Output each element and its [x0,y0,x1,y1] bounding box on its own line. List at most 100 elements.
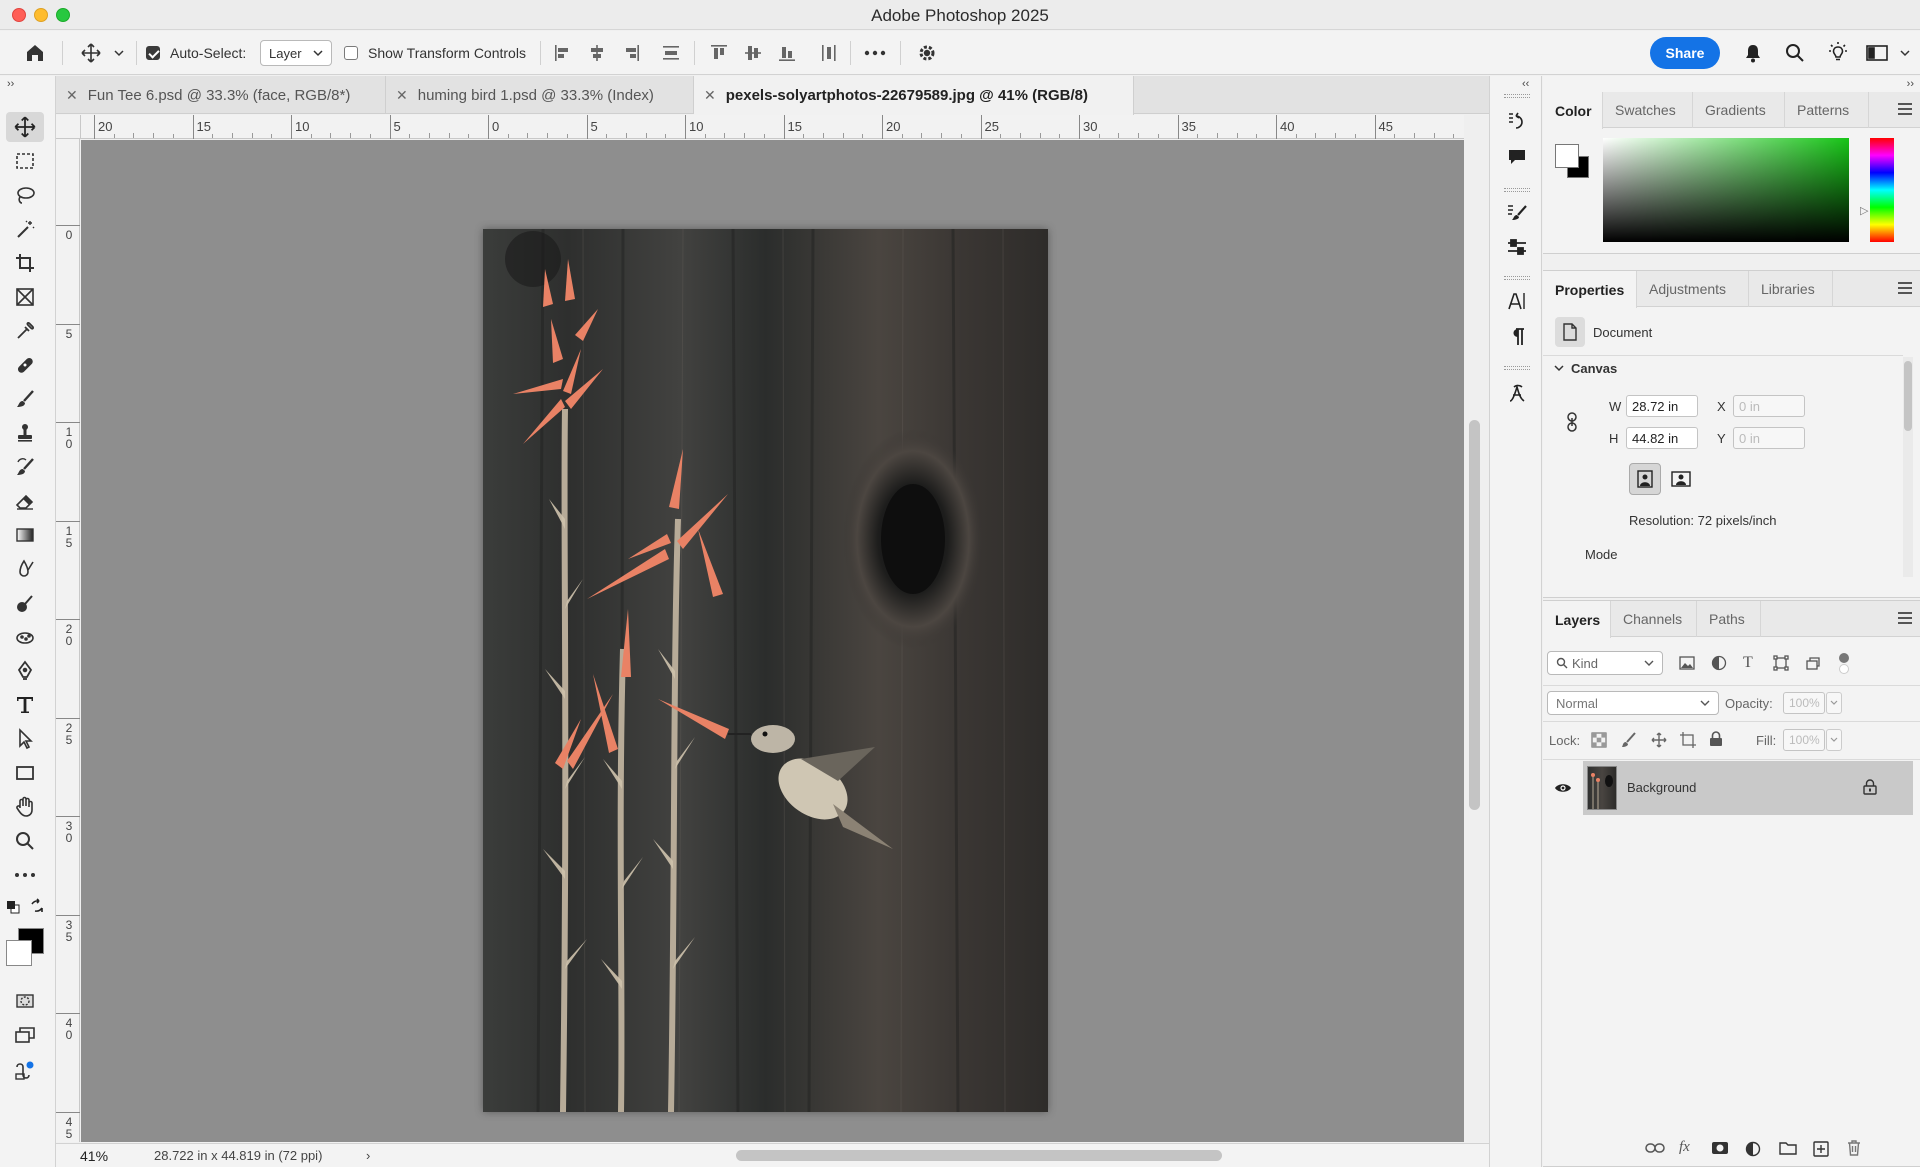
type-tool-icon[interactable] [6,690,44,720]
rectangle-tool-icon[interactable] [6,758,44,788]
glyphs-panel-icon[interactable] [1502,378,1532,408]
tab-properties[interactable]: Properties [1543,271,1637,308]
lightbulb-icon[interactable] [1826,31,1850,75]
fill-chevron-icon[interactable] [1826,729,1842,751]
chevron-down-icon[interactable] [114,31,124,75]
portrait-orientation-button[interactable] [1629,463,1661,495]
move-tool-icon[interactable] [6,112,44,142]
sponge-icon[interactable] [6,622,44,652]
ruler-origin[interactable] [56,115,81,139]
blend-mode-dropdown[interactable]: Normal [1547,691,1719,715]
bell-icon[interactable] [1742,31,1764,75]
default-colors-icon[interactable] [6,900,20,914]
gear-icon[interactable] [916,31,938,75]
workspace-icon[interactable] [1866,31,1888,75]
opacity-field[interactable]: 100% [1783,692,1825,714]
auto-select-dropdown[interactable]: Layer [260,40,332,66]
new-group-icon[interactable] [1779,1141,1797,1155]
new-layer-icon[interactable] [1813,1141,1829,1157]
panel-menu-icon[interactable] [1898,612,1912,624]
panel-grip[interactable] [1504,94,1530,98]
zoom-level[interactable]: 41% [80,1148,108,1164]
lock-artboard-icon[interactable] [1679,732,1697,748]
show-transform-controls-checkbox[interactable] [344,31,358,75]
tab-gradients[interactable]: Gradients [1693,92,1785,128]
collapse-icons-icon[interactable]: ‹‹ [1522,78,1529,90]
gradient-icon[interactable] [6,520,44,550]
filter-toggle[interactable] [1839,653,1849,663]
saturation-brightness-field[interactable] [1603,138,1849,242]
fill-field[interactable]: 100% [1783,729,1825,751]
layer-row[interactable]: Background [1543,761,1920,815]
adjustments-sliders-icon[interactable] [1502,232,1532,262]
search-icon[interactable] [1784,31,1806,75]
paragraph-panel-icon[interactable] [1502,322,1532,352]
collapse-panels-icon[interactable]: ›› [1907,78,1914,90]
filter-shape-icon[interactable] [1773,655,1789,671]
chevron-down-icon[interactable] [1900,31,1910,75]
hue-slider-marker-icon[interactable]: ▷ [1860,204,1868,217]
screen-mode-icon[interactable] [6,1020,44,1050]
width-field[interactable]: 28.72 in [1626,395,1698,417]
generative-fill-icon[interactable] [6,1056,44,1086]
layer-name[interactable]: Background [1627,780,1696,795]
move-tool-preset-icon[interactable] [80,31,102,75]
healing-brush-icon[interactable] [6,350,44,380]
auto-select-checkbox[interactable] [146,31,160,75]
align-left-edges-icon[interactable] [552,31,574,75]
clone-stamp-icon[interactable] [6,418,44,448]
align-bottom-edges-icon[interactable] [776,31,798,75]
distribute-vertical-icon[interactable] [660,31,682,75]
tab-channels[interactable]: Channels [1611,601,1697,637]
edit-toolbar-icon[interactable] [6,860,44,890]
filter-kind-dropdown[interactable]: Kind [1547,651,1663,675]
pen-icon[interactable] [6,656,44,686]
comments-panel-icon[interactable] [1502,142,1532,172]
tab-patterns[interactable]: Patterns [1785,92,1869,128]
document-image[interactable] [483,229,1048,1112]
y-field[interactable]: 0 in [1733,427,1805,449]
history-brush-icon[interactable] [6,452,44,482]
lock-all-icon[interactable] [1709,731,1723,747]
hand-icon[interactable] [6,792,44,822]
opacity-chevron-icon[interactable] [1826,692,1842,714]
tab-layers[interactable]: Layers [1543,601,1611,638]
vertical-scroll-thumb[interactable] [1469,420,1480,810]
tab-color[interactable]: Color [1543,92,1603,129]
align-top-edges-icon[interactable] [708,31,730,75]
delete-layer-icon[interactable] [1847,1140,1861,1156]
horizontal-ruler[interactable]: 20 15 10 5 0 5 10 15 20 25 30 35 40 45 [56,115,1464,139]
zoom-icon[interactable] [6,826,44,856]
tab-adjustments[interactable]: Adjustments [1637,271,1749,307]
panel-menu-icon[interactable] [1898,103,1912,115]
chevron-down-icon[interactable] [1553,363,1565,373]
tab-libraries[interactable]: Libraries [1749,271,1833,307]
document-tab[interactable]: ✕ Fun Tee 6.psd @ 33.3% (face, RGB/8*) [56,76,386,114]
share-button[interactable]: Share [1650,37,1720,69]
brush-icon[interactable] [6,384,44,414]
layer-lock-icon[interactable] [1863,779,1877,795]
lock-image-pixels-icon[interactable] [1621,732,1637,748]
document-info[interactable]: 28.722 in x 44.819 in (72 ppi) [154,1148,322,1163]
filter-pixel-icon[interactable] [1679,655,1695,671]
tab-paths[interactable]: Paths [1697,601,1761,637]
distribute-horizontal-icon[interactable] [818,31,840,75]
align-right-edges-icon[interactable] [620,31,642,75]
brush-settings-panel-icon[interactable] [1502,198,1532,228]
dodge-icon[interactable] [6,588,44,618]
panel-grip[interactable] [1504,366,1530,370]
blur-icon[interactable] [6,554,44,584]
close-tab-icon[interactable]: ✕ [704,87,716,104]
align-horizontal-centers-icon[interactable] [586,31,608,75]
filter-adjustment-icon[interactable] [1711,655,1727,671]
history-panel-icon[interactable] [1502,106,1532,136]
properties-scroll-thumb[interactable] [1904,361,1912,431]
chevron-right-icon[interactable]: › [366,1148,370,1163]
lasso-icon[interactable] [6,180,44,210]
fx-icon[interactable]: fx [1679,1139,1690,1156]
close-tab-icon[interactable]: ✕ [396,87,408,104]
eraser-icon[interactable] [6,486,44,516]
height-field[interactable]: 44.82 in [1626,427,1698,449]
link-layers-icon[interactable] [1645,1141,1665,1155]
collapse-toolbar-icon[interactable]: ›› [7,78,14,90]
